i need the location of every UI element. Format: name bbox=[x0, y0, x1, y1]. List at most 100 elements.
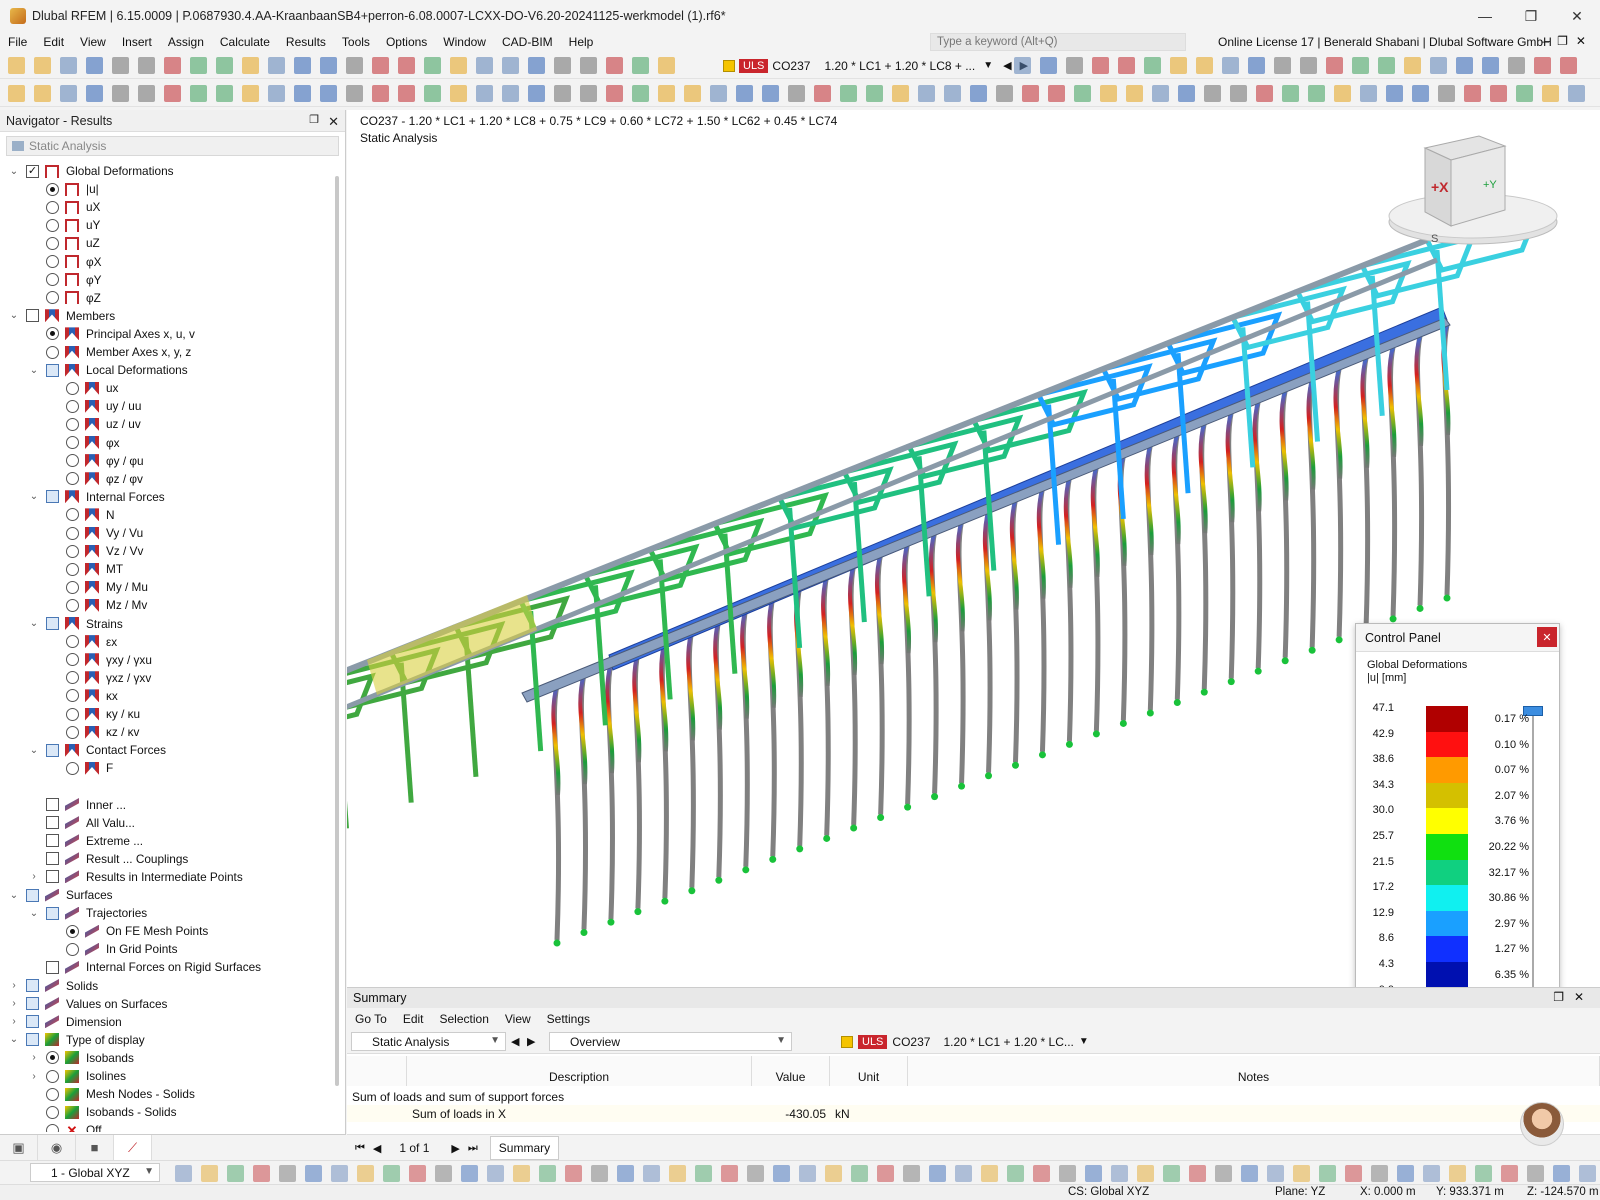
status-tool-icon[interactable] bbox=[981, 1165, 998, 1182]
tree-item[interactable]: Internal Forces on Rigid Surfaces bbox=[28, 958, 261, 976]
status-tool-icon[interactable] bbox=[825, 1165, 842, 1182]
toolbar-tool-icon[interactable] bbox=[424, 57, 441, 74]
tab-data-icon[interactable]: ▣ bbox=[0, 1135, 38, 1160]
tree-item[interactable] bbox=[48, 777, 66, 795]
tree-radio[interactable] bbox=[66, 454, 79, 468]
toolbar-tool-icon[interactable] bbox=[788, 85, 805, 102]
tree-radio[interactable] bbox=[66, 562, 79, 576]
tree-checkbox[interactable] bbox=[46, 816, 59, 830]
menu-window[interactable]: Window bbox=[435, 35, 494, 49]
toolbar-tool-icon[interactable] bbox=[1568, 85, 1585, 102]
status-tool-icon[interactable] bbox=[877, 1165, 894, 1182]
status-tool-icon[interactable] bbox=[617, 1165, 634, 1182]
toolbar-tool-icon[interactable] bbox=[8, 85, 25, 102]
tree-checkbox[interactable] bbox=[46, 870, 59, 884]
menu-tools[interactable]: Tools bbox=[334, 35, 378, 49]
status-tool-icon[interactable] bbox=[643, 1165, 660, 1182]
tab-display-icon[interactable]: ◉ bbox=[38, 1135, 76, 1160]
menu-assign[interactable]: Assign bbox=[160, 35, 212, 49]
tree-radio[interactable] bbox=[46, 1069, 59, 1083]
menu-help[interactable]: Help bbox=[561, 35, 602, 49]
status-tool-icon[interactable] bbox=[591, 1165, 608, 1182]
status-tool-icon[interactable] bbox=[1553, 1165, 1570, 1182]
status-tool-icon[interactable] bbox=[175, 1165, 192, 1182]
status-tool-icon[interactable] bbox=[1007, 1165, 1024, 1182]
tree-item[interactable]: γxy / γxu bbox=[48, 651, 152, 669]
next-page-icon[interactable]: ▶ bbox=[451, 1142, 459, 1155]
toolbar-tool-icon[interactable] bbox=[1378, 57, 1395, 74]
tree-item[interactable]: MT bbox=[48, 560, 123, 578]
tree-item[interactable]: › Results in Intermediate Points bbox=[28, 868, 242, 886]
mdi-controls[interactable]: –❐✕ bbox=[1543, 34, 1595, 48]
status-tool-icon[interactable] bbox=[695, 1165, 712, 1182]
toolbar-tool-icon[interactable] bbox=[190, 85, 207, 102]
toolbar-tool-icon[interactable] bbox=[632, 57, 649, 74]
tree-radio[interactable] bbox=[46, 236, 59, 250]
status-tool-icon[interactable] bbox=[305, 1165, 322, 1182]
tree-item[interactable]: › Dimension bbox=[8, 1013, 121, 1031]
tree-item[interactable]: φY bbox=[28, 271, 102, 289]
status-tool-icon[interactable] bbox=[955, 1165, 972, 1182]
pin-icon[interactable]: ❐ bbox=[309, 113, 319, 126]
tree-item[interactable]: Inner ... bbox=[28, 796, 126, 814]
chevron-right-icon[interactable]: › bbox=[28, 1052, 40, 1063]
toolbar-tool-icon[interactable] bbox=[1456, 57, 1473, 74]
tree-item[interactable]: ⌄ Members bbox=[8, 307, 115, 325]
tree-radio[interactable] bbox=[66, 671, 79, 685]
status-tool-icon[interactable] bbox=[1293, 1165, 1310, 1182]
summary-analysis-select[interactable]: Static Analysis ▼ bbox=[351, 1032, 506, 1051]
close-control-panel-button[interactable]: ✕ bbox=[1537, 627, 1557, 647]
tree-checkbox[interactable] bbox=[26, 1033, 39, 1047]
toolbar-tool-icon[interactable] bbox=[632, 85, 649, 102]
toolbar-tool-icon[interactable] bbox=[164, 57, 181, 74]
menu-cad-bim[interactable]: CAD-BIM bbox=[494, 35, 561, 49]
status-tool-icon[interactable] bbox=[227, 1165, 244, 1182]
status-tool-icon[interactable] bbox=[565, 1165, 582, 1182]
tree-item[interactable]: Vz / Vv bbox=[48, 542, 143, 560]
toolbar-tool-icon[interactable] bbox=[268, 57, 285, 74]
toolbar-tool-icon[interactable] bbox=[1126, 85, 1143, 102]
status-tool-icon[interactable] bbox=[357, 1165, 374, 1182]
last-page-icon[interactable]: ⏭ bbox=[468, 1142, 478, 1155]
tree-item[interactable]: › Isolines bbox=[28, 1067, 126, 1085]
tree-radio[interactable] bbox=[46, 273, 59, 287]
toolbar-tool-icon[interactable] bbox=[112, 85, 129, 102]
status-tool-icon[interactable] bbox=[435, 1165, 452, 1182]
tree-radio[interactable] bbox=[46, 1123, 59, 1132]
tree-checkbox[interactable] bbox=[46, 834, 59, 848]
tree-radio[interactable] bbox=[46, 200, 59, 214]
tree-checkbox[interactable] bbox=[46, 617, 59, 630]
status-tool-icon[interactable] bbox=[487, 1165, 504, 1182]
toolbar-tool-icon[interactable] bbox=[554, 85, 571, 102]
minimize-button[interactable]: — bbox=[1462, 0, 1508, 32]
assistant-avatar[interactable] bbox=[1520, 1102, 1564, 1146]
tree-item[interactable]: My / Mu bbox=[48, 578, 148, 596]
toolbar-tool-icon[interactable] bbox=[970, 85, 987, 102]
status-tool-icon[interactable] bbox=[1137, 1165, 1154, 1182]
maximize-button[interactable]: ❐ bbox=[1508, 0, 1554, 32]
chevron-down-icon[interactable]: ⌄ bbox=[28, 491, 40, 502]
tree-radio[interactable] bbox=[66, 707, 79, 721]
toolbar-tool-icon[interactable] bbox=[1404, 57, 1421, 74]
tree-item[interactable]: εx bbox=[48, 633, 117, 651]
toolbar-tool-icon[interactable] bbox=[528, 85, 545, 102]
toolbar-tool-icon[interactable] bbox=[476, 57, 493, 74]
summary-menu-goto[interactable]: Go To bbox=[347, 1012, 395, 1026]
tree-radio[interactable] bbox=[46, 182, 59, 196]
tree-radio[interactable] bbox=[66, 381, 79, 395]
summary-combo-selector[interactable]: ULS CO237 1.20 * LC1 + 1.20 * LC... ▼ bbox=[841, 1034, 1089, 1049]
toolbar-tool-icon[interactable] bbox=[814, 85, 831, 102]
tree-item[interactable]: ⌄ ✓ Global Deformations bbox=[8, 162, 174, 180]
tree-item[interactable]: ⌄ Local Deformations bbox=[28, 361, 188, 379]
toolbar-tool-icon[interactable] bbox=[34, 57, 51, 74]
toolbar-tool-icon[interactable] bbox=[1040, 57, 1057, 74]
chevron-down-icon[interactable]: ⌄ bbox=[8, 310, 20, 321]
toolbar-tool-icon[interactable] bbox=[1534, 57, 1551, 74]
status-tool-icon[interactable] bbox=[331, 1165, 348, 1182]
status-tool-icon[interactable] bbox=[539, 1165, 556, 1182]
toolbar-tool-icon[interactable] bbox=[866, 85, 883, 102]
status-tool-icon[interactable] bbox=[1215, 1165, 1232, 1182]
toolbar-tool-icon[interactable] bbox=[1308, 85, 1325, 102]
status-tool-icon[interactable] bbox=[1241, 1165, 1258, 1182]
status-tool-icon[interactable] bbox=[1267, 1165, 1284, 1182]
